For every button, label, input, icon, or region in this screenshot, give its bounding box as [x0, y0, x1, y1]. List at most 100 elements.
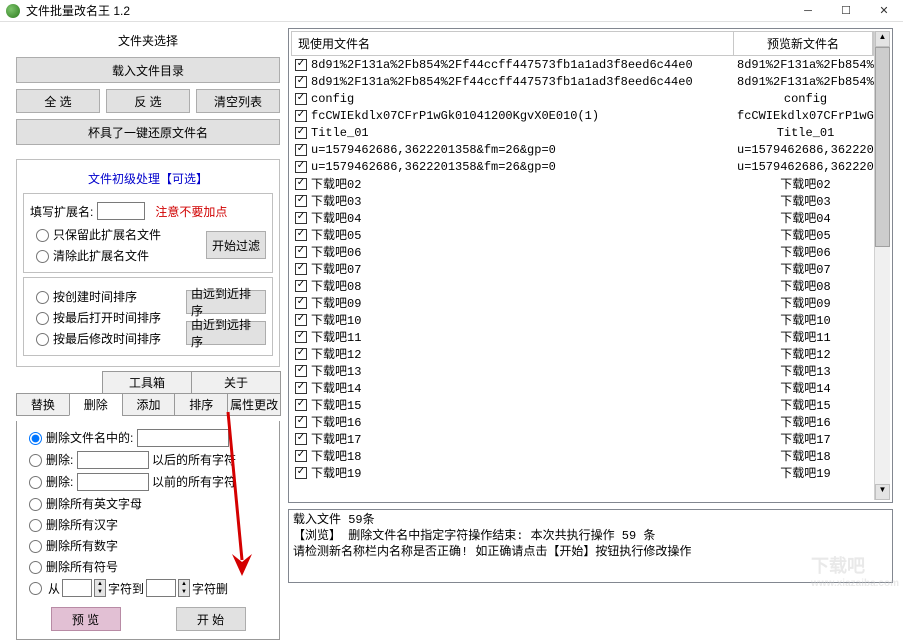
table-row[interactable]: ✓下载吧18下载吧18 [291, 447, 874, 464]
table-row[interactable]: ✓下载吧04下载吧04 [291, 209, 874, 226]
start-filter-button[interactable]: 开始过滤 [206, 231, 266, 259]
del-range-radio[interactable] [29, 582, 42, 595]
row-checkbox[interactable]: ✓ [295, 76, 307, 88]
row-checkbox[interactable]: ✓ [295, 110, 307, 122]
tab-attr[interactable]: 属性更改 [227, 393, 281, 416]
ext-input[interactable] [97, 202, 145, 220]
tab-add[interactable]: 添加 [122, 393, 176, 416]
table-row[interactable]: ✓下载吧14下载吧14 [291, 379, 874, 396]
tab-about[interactable]: 关于 [191, 371, 281, 394]
col-current-name[interactable]: 现使用文件名 [292, 32, 734, 55]
tab-replace[interactable]: 替换 [16, 393, 70, 416]
invert-selection-button[interactable]: 反 选 [106, 89, 190, 113]
row-checkbox[interactable]: ✓ [295, 314, 307, 326]
row-checkbox[interactable]: ✓ [295, 212, 307, 224]
scroll-thumb[interactable] [875, 47, 890, 247]
table-row[interactable]: ✓Title_01Title_01 [291, 124, 874, 141]
del-all-sym-radio[interactable] [29, 561, 42, 574]
del-all-en-radio[interactable] [29, 498, 42, 511]
del-before-input[interactable] [77, 473, 149, 491]
sort-create-radio[interactable] [36, 291, 49, 304]
table-row[interactable]: ✓下载吧10下载吧10 [291, 311, 874, 328]
start-button[interactable]: 开 始 [176, 607, 246, 631]
cell-current-name: 下载吧08 [311, 277, 737, 294]
remove-ext-radio[interactable] [36, 250, 49, 263]
row-checkbox[interactable]: ✓ [295, 161, 307, 173]
table-row[interactable]: ✓8d91%2F131a%2Fb854%2Ff44ccff447573fb1a1… [291, 56, 874, 73]
table-row[interactable]: ✓下载吧06下载吧06 [291, 243, 874, 260]
table-row[interactable]: ✓fcCWIEkdlx07CFrP1wGk01041200KgvX0E010(1… [291, 107, 874, 124]
clear-list-button[interactable]: 清空列表 [196, 89, 280, 113]
minimize-button[interactable]: ─ [789, 0, 827, 22]
sort-modify-radio[interactable] [36, 333, 49, 346]
range-from-spinner[interactable]: ▲▼ [94, 579, 106, 597]
row-checkbox[interactable]: ✓ [295, 450, 307, 462]
table-row[interactable]: ✓下载吧08下载吧08 [291, 277, 874, 294]
row-checkbox[interactable]: ✓ [295, 246, 307, 258]
row-checkbox[interactable]: ✓ [295, 331, 307, 343]
tab-sort[interactable]: 排序 [174, 393, 228, 416]
table-row[interactable]: ✓下载吧19下载吧19 [291, 464, 874, 481]
table-row[interactable]: ✓下载吧07下载吧07 [291, 260, 874, 277]
row-checkbox[interactable]: ✓ [295, 348, 307, 360]
table-row[interactable]: ✓configconfig [291, 90, 874, 107]
scroll-up-icon[interactable]: ▲ [875, 31, 890, 47]
sort-far-near-button[interactable]: 由远到近排序 [186, 290, 266, 314]
maximize-button[interactable]: ☐ [827, 0, 865, 22]
tab-toolbox[interactable]: 工具箱 [102, 371, 192, 394]
range-to-spinner[interactable]: ▲▼ [178, 579, 190, 597]
select-all-button[interactable]: 全 选 [16, 89, 100, 113]
del-before-radio[interactable] [29, 476, 42, 489]
table-row[interactable]: ✓u=1579462686,3622201358&fm=26&gp=0u=157… [291, 141, 874, 158]
table-row[interactable]: ✓下载吧09下载吧09 [291, 294, 874, 311]
table-row[interactable]: ✓下载吧13下载吧13 [291, 362, 874, 379]
tab-delete[interactable]: 删除 [69, 393, 123, 416]
vertical-scrollbar[interactable]: ▲ ▼ [874, 31, 890, 500]
row-checkbox[interactable]: ✓ [295, 280, 307, 292]
table-row[interactable]: ✓下载吧17下载吧17 [291, 430, 874, 447]
del-after-radio[interactable] [29, 454, 42, 467]
cell-current-name: 下载吧07 [311, 260, 737, 277]
sort-near-far-button[interactable]: 由近到远排序 [186, 321, 266, 345]
row-checkbox[interactable]: ✓ [295, 144, 307, 156]
row-checkbox[interactable]: ✓ [295, 263, 307, 275]
row-checkbox[interactable]: ✓ [295, 297, 307, 309]
sort-open-radio[interactable] [36, 312, 49, 325]
col-preview-name[interactable]: 预览新文件名 [734, 32, 873, 55]
del-in-name-radio[interactable] [29, 432, 42, 445]
table-row[interactable]: ✓下载吧15下载吧15 [291, 396, 874, 413]
table-row[interactable]: ✓u=1579462686,3622201358&fm=26&gp=0u=157… [291, 158, 874, 175]
preview-button[interactable]: 预 览 [51, 607, 121, 631]
row-checkbox[interactable]: ✓ [295, 467, 307, 479]
table-row[interactable]: ✓下载吧11下载吧11 [291, 328, 874, 345]
range-from-input[interactable] [62, 579, 92, 597]
del-all-num-radio[interactable] [29, 540, 42, 553]
row-checkbox[interactable]: ✓ [295, 178, 307, 190]
row-checkbox[interactable]: ✓ [295, 416, 307, 428]
restore-names-button[interactable]: 杯具了一键还原文件名 [16, 119, 280, 145]
load-directory-button[interactable]: 载入文件目录 [16, 57, 280, 83]
row-checkbox[interactable]: ✓ [295, 433, 307, 445]
row-checkbox[interactable]: ✓ [295, 399, 307, 411]
range-to-input[interactable] [146, 579, 176, 597]
del-all-cn-radio[interactable] [29, 519, 42, 532]
row-checkbox[interactable]: ✓ [295, 229, 307, 241]
row-checkbox[interactable]: ✓ [295, 195, 307, 207]
row-checkbox[interactable]: ✓ [295, 59, 307, 71]
del-in-name-input[interactable] [137, 429, 229, 447]
keep-ext-radio[interactable] [36, 229, 49, 242]
table-row[interactable]: ✓下载吧16下载吧16 [291, 413, 874, 430]
table-row[interactable]: ✓下载吧02下载吧02 [291, 175, 874, 192]
row-checkbox[interactable]: ✓ [295, 382, 307, 394]
table-row[interactable]: ✓8d91%2F131a%2Fb854%2Ff44ccff447573fb1a1… [291, 73, 874, 90]
scroll-down-icon[interactable]: ▼ [875, 484, 890, 500]
row-checkbox[interactable]: ✓ [295, 365, 307, 377]
table-row[interactable]: ✓下载吧03下载吧03 [291, 192, 874, 209]
row-checkbox[interactable]: ✓ [295, 93, 307, 105]
del-after-input[interactable] [77, 451, 149, 469]
file-list-body[interactable]: ✓8d91%2F131a%2Fb854%2Ff44ccff447573fb1a1… [291, 56, 874, 500]
row-checkbox[interactable]: ✓ [295, 127, 307, 139]
table-row[interactable]: ✓下载吧05下载吧05 [291, 226, 874, 243]
table-row[interactable]: ✓下载吧12下载吧12 [291, 345, 874, 362]
close-button[interactable]: ✕ [865, 0, 903, 22]
